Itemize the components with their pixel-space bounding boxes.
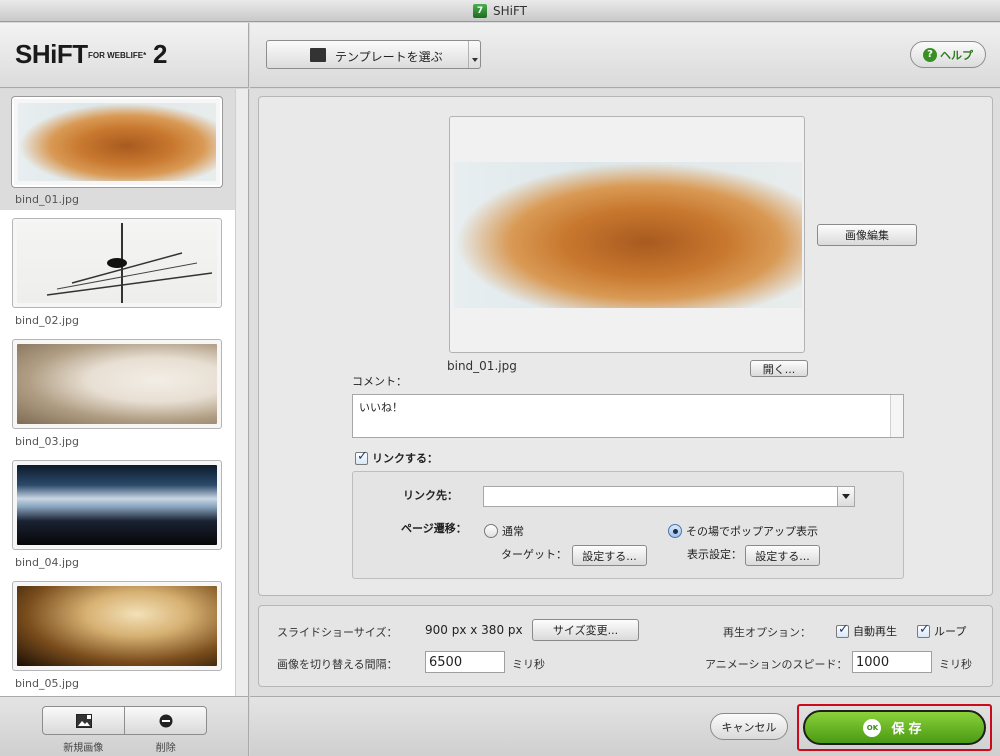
resize-button[interactable]: サイズ変更... <box>532 619 639 641</box>
window-title: SHiFT <box>493 3 527 18</box>
thumbnail-item[interactable]: bind_01.jpg <box>0 89 235 210</box>
thumbnail-scrollbar[interactable] <box>235 89 249 696</box>
link-dest-field[interactable] <box>483 486 855 507</box>
radio-popup[interactable]: その場でポップアップ表示 <box>668 523 818 539</box>
chevron-down-icon <box>468 41 480 68</box>
radio-popup-label: その場でポップアップ表示 <box>686 525 818 538</box>
choose-template-button[interactable]: テンプレートを選ぶ <box>266 40 481 69</box>
display-settings-label: 表示設定： <box>687 548 742 561</box>
animation-speed-label: アニメーションのスピード： <box>705 658 848 671</box>
question-icon: ? <box>923 47 937 62</box>
animation-speed-input[interactable]: 1000 <box>852 651 932 673</box>
target-settings-button[interactable]: 設定する... <box>572 545 647 566</box>
comment-field[interactable]: いいね！ <box>352 394 904 438</box>
thumbnail-label: bind_03.jpg <box>15 435 80 448</box>
help-button[interactable]: ? ヘルプ <box>910 41 986 68</box>
window-titlebar: 7 SHiFT <box>0 0 1000 22</box>
save-button-highlight: OK 保存 <box>797 704 992 751</box>
thumbnail-item[interactable]: bind_04.jpg <box>0 452 235 573</box>
thumbnail-item[interactable]: bind_03.jpg <box>0 331 235 452</box>
slideshow-size-value: 900 px x 380 px <box>425 623 523 637</box>
interval-unit: ミリ秒 <box>512 658 545 671</box>
help-label: ヘルプ <box>940 48 973 62</box>
thumbnail-frame <box>12 339 222 429</box>
page-transition-label: ページ遷移： <box>401 522 467 535</box>
thumbnail-image-dog <box>18 103 216 181</box>
checkbox-icon <box>355 449 368 465</box>
film-icon <box>310 48 326 62</box>
open-button[interactable]: 開く... <box>750 360 808 377</box>
thumbnail-frame <box>12 97 222 187</box>
target-label: ターゲット： <box>501 548 567 561</box>
image-detail-panel: 画像編集 bind_01.jpg 開く... コメント： いいね！ リンクする：… <box>258 96 993 596</box>
image-actions-labels: 新規画像 削除 <box>42 739 207 754</box>
interval-label: 画像を切り替える間隔： <box>277 658 398 671</box>
image-actions-segment <box>42 706 207 735</box>
slideshow-size-label: スライドショーサイズ： <box>277 626 398 639</box>
preview-image-dog <box>454 162 802 308</box>
radio-icon <box>484 524 498 538</box>
playback-options-label: 再生オプション： <box>723 626 811 639</box>
checkbox-icon <box>917 622 930 638</box>
ok-icon: OK <box>863 718 882 737</box>
choose-template-label: テンプレートを選ぶ <box>335 50 443 64</box>
thumbnail-label: bind_01.jpg <box>15 193 80 206</box>
save-button[interactable]: OK 保存 <box>803 710 986 745</box>
thumbnail-image-desk-pen <box>17 586 217 666</box>
loop-label: ループ <box>934 625 967 638</box>
radio-normal-label: 通常 <box>502 525 524 538</box>
minus-circle-icon <box>159 714 172 727</box>
link-checkbox-label: リンクする： <box>372 452 438 465</box>
link-dest-label: リンク先： <box>403 489 458 502</box>
thumbnail-frame <box>12 581 222 671</box>
logo-area: SHiFT FOR WEBLIFE* 2 <box>0 23 249 88</box>
left-footer: 新規画像 削除 <box>0 696 249 756</box>
comment-scrollbar[interactable] <box>890 395 903 437</box>
autoplay-label: 自動再生 <box>853 625 897 638</box>
thumbnail-item[interactable]: bind_02.jpg <box>0 210 235 331</box>
delete-image-button[interactable] <box>124 707 206 734</box>
logo-version: 2 <box>153 39 168 69</box>
thumbnail-image-white-dog <box>17 344 217 424</box>
right-toolbar: テンプレートを選ぶ ? ヘルプ <box>250 23 1000 88</box>
interval-input[interactable]: 6500 <box>425 651 505 673</box>
editor-area: 画像編集 bind_01.jpg 開く... コメント： いいね！ リンクする：… <box>250 89 1000 696</box>
thumbnail-frame <box>12 460 222 550</box>
display-settings-button[interactable]: 設定する... <box>745 545 820 566</box>
thumbnail-item[interactable]: bind_05.jpg <box>0 573 235 694</box>
link-settings-group: リンク先： ページ遷移： 通常 その場でポップアップ表示 ターゲット： 設定する… <box>352 471 904 579</box>
thumbnail-label: bind_04.jpg <box>15 556 80 569</box>
add-image-icon <box>75 713 92 728</box>
logo-subtitle: FOR WEBLIFE* <box>88 51 147 60</box>
loop-checkbox[interactable]: ループ <box>917 622 967 639</box>
edit-image-button[interactable]: 画像編集 <box>817 224 917 246</box>
radio-icon <box>668 524 682 538</box>
autoplay-checkbox[interactable]: 自動再生 <box>836 622 897 639</box>
new-image-label: 新規画像 <box>63 743 104 754</box>
thumbnail-image-antenna-bird <box>17 223 217 303</box>
thumbnail-frame <box>12 218 222 308</box>
logo-text: SHiFT <box>15 39 88 69</box>
save-label: 保存 <box>891 722 926 737</box>
checkbox-icon <box>836 622 849 638</box>
comment-label: コメント： <box>352 375 407 388</box>
animation-speed-unit: ミリ秒 <box>939 658 972 671</box>
thumbnail-list: bind_01.jpg bind_02.jpg bind_03.jpg bind… <box>0 89 235 696</box>
slideshow-settings: スライドショーサイズ： 900 px x 380 px サイズ変更... 再生オ… <box>258 605 993 687</box>
radio-normal[interactable]: 通常 <box>484 523 524 539</box>
link-checkbox[interactable]: リンクする： <box>355 449 438 466</box>
chevron-down-icon[interactable] <box>837 487 854 506</box>
image-filename: bind_01.jpg <box>447 359 517 373</box>
delete-label: 削除 <box>155 743 176 754</box>
image-preview <box>449 116 805 353</box>
comment-value: いいね！ <box>359 401 403 414</box>
thumbnail-image-clouds <box>17 465 217 545</box>
thumbnail-label: bind_02.jpg <box>15 314 80 327</box>
thumbnail-label: bind_05.jpg <box>15 677 80 690</box>
cancel-button[interactable]: キャンセル <box>710 713 788 740</box>
new-image-button[interactable] <box>43 707 124 734</box>
action-footer: キャンセル OK 保存 <box>250 696 1000 756</box>
antenna-graphic <box>46 223 213 303</box>
app-icon: 7 <box>473 3 487 18</box>
